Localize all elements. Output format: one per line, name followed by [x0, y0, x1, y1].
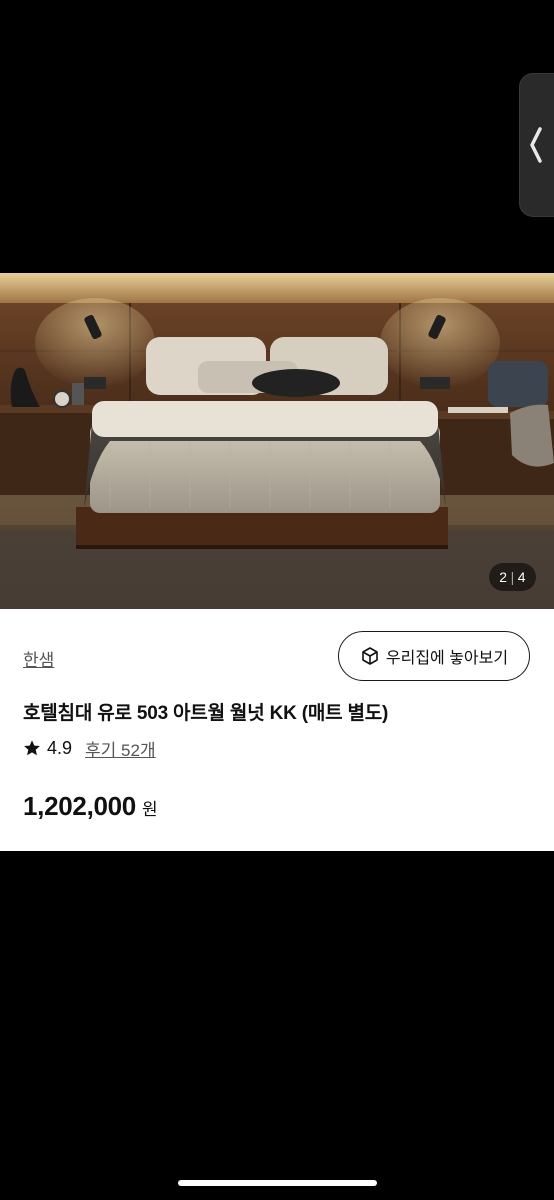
reviews-link[interactable]: 후기 52개: [85, 736, 156, 761]
home-indicator[interactable]: [178, 1180, 377, 1186]
ar-cube-icon: [362, 647, 378, 665]
side-panel-handle[interactable]: [519, 73, 554, 217]
star-icon: [24, 740, 40, 756]
price-currency: 원: [141, 800, 158, 819]
bedroom-photo: [0, 273, 554, 609]
product-info-panel: 한샘 우리집에 놓아보기 호텔침대 유로 503 아트월 월넛 KK (매트 별…: [0, 609, 554, 851]
chevron-left-icon: [529, 127, 542, 163]
rating-value: 4.9: [47, 737, 73, 758]
image-page-counter: 2 | 4: [489, 563, 536, 591]
place-in-my-home-label: 우리집에 놓아보기: [385, 650, 509, 667]
price-value: 1,202,000: [23, 791, 136, 821]
brand-link[interactable]: 한샘: [23, 646, 54, 671]
rating-row: 4.9 후기 52개: [23, 736, 156, 760]
image-page-current: 2: [499, 569, 508, 585]
product-image[interactable]: 2 | 4: [0, 273, 554, 609]
product-title: 호텔침대 유로 503 아트월 월넛 KK (매트 별도): [23, 703, 389, 724]
place-in-my-home-button[interactable]: 우리집에 놓아보기: [338, 631, 530, 681]
image-page-total: 4: [517, 569, 526, 585]
price-row: 1,202,000 원: [23, 791, 158, 822]
